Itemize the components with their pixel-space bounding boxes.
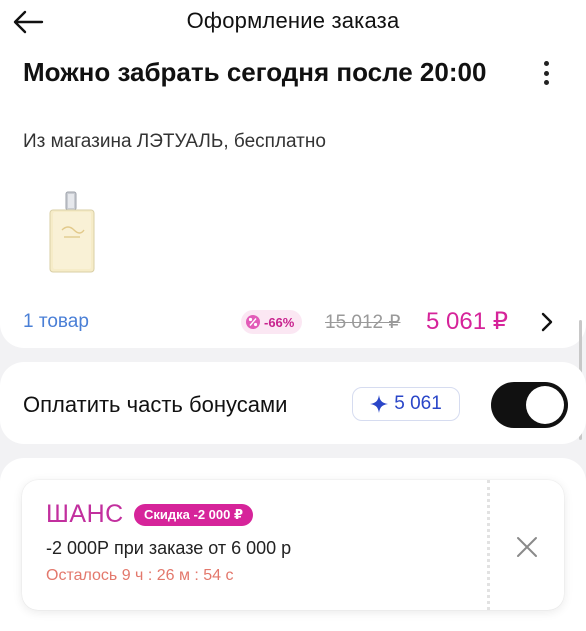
bonus-toggle[interactable] [491, 382, 568, 428]
more-vertical-icon [543, 61, 549, 66]
chevron-right-icon[interactable] [536, 309, 558, 335]
sparkle-icon [370, 395, 389, 413]
bonus-balance-chip[interactable]: 5 061 [352, 387, 460, 421]
percent-flower-icon [246, 315, 260, 329]
order-items-row[interactable]: 1 товар -66% 15 012 ₽ 5 061 ₽ [0, 300, 586, 344]
page-title: Оформление заказа [186, 8, 400, 33]
discount-badge: -66% [241, 310, 303, 334]
items-count-link[interactable]: 1 товар [23, 311, 89, 333]
promo-coupon-card[interactable]: ШАНС Скидка -2 000 ₽ -2 000Р при заказе … [22, 480, 564, 610]
old-price: 15 012 ₽ [325, 312, 401, 333]
discount-percent: -66% [264, 314, 295, 330]
bonus-payment-card: Оплатить часть бонусами 5 061 [0, 362, 586, 444]
coupon-perforation-divider [487, 480, 490, 610]
pickup-time-heading: Можно забрать сегодня после 20:00 [23, 57, 487, 87]
pickup-store-info: Из магазина ЛЭТУАЛЬ, бесплатно [23, 131, 326, 152]
product-image-perfume[interactable] [46, 190, 98, 274]
promo-discount-badge: Скидка -2 000 ₽ [134, 504, 254, 526]
more-options-button[interactable] [533, 58, 559, 88]
toggle-knob [526, 386, 564, 424]
total-price: 5 061 ₽ [426, 308, 508, 335]
close-icon[interactable] [512, 532, 542, 562]
bonus-balance-amount: 5 061 [394, 393, 442, 414]
promo-countdown: Осталось 9 ч : 26 м : 54 с [46, 567, 234, 584]
promo-name: ШАНС [46, 500, 124, 528]
app-header: Оформление заказа [0, 0, 586, 44]
promo-condition: -2 000Р при заказе от 6 000 р [46, 538, 292, 558]
order-summary-card: Оформление заказа Можно забрать сегодня … [0, 0, 586, 348]
bonus-payment-label: Оплатить часть бонусами [23, 392, 288, 417]
perfume-bottle-image [49, 191, 95, 273]
